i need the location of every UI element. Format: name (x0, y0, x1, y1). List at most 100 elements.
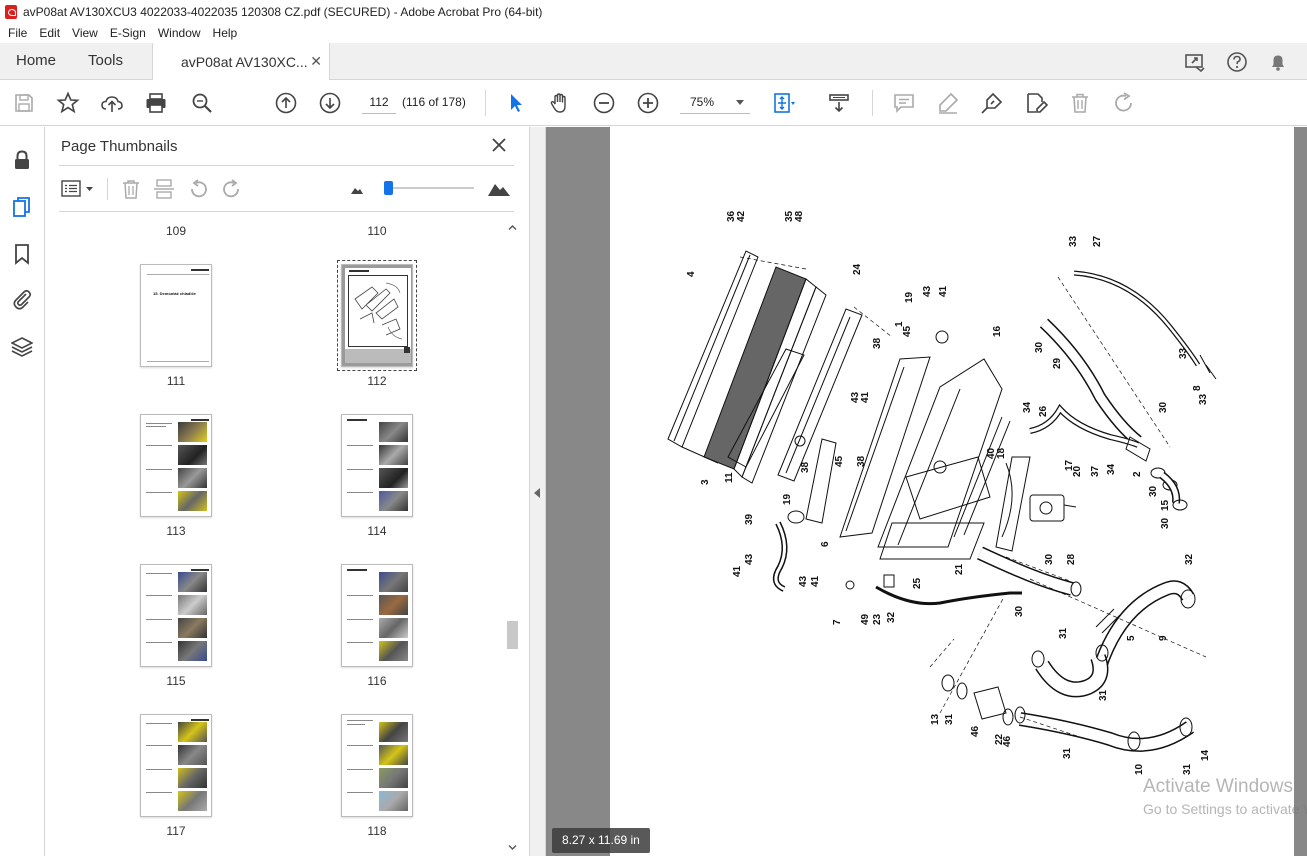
scroll-mode-icon[interactable] (827, 91, 851, 115)
zoom-out-icon[interactable] (592, 91, 616, 115)
diagram-callout-number: 29 (1052, 357, 1063, 369)
toolbar-divider (872, 90, 873, 116)
diagram-callout-number: 20 (1072, 465, 1083, 477)
pdf-page[interactable]: 36 42 35 48 4 24 33 27 19 43 41 1 45 38 16 30 29 33 8 33 34 2… (610, 127, 1294, 856)
upload-cloud-icon[interactable] (100, 91, 124, 115)
watermark-line-2: Go to Settings to activate Windows. (1143, 801, 1307, 817)
diagram-callout-number: 31 (1098, 689, 1109, 701)
diagram-callout-number: 32 (1184, 553, 1195, 565)
notification-bell-icon[interactable] (1267, 51, 1289, 73)
zoom-dropdown[interactable]: 75% (680, 90, 750, 114)
page-thumbnail-114[interactable] (341, 414, 413, 517)
delete-icon[interactable] (1068, 91, 1092, 115)
menu-file[interactable]: File (2, 26, 33, 40)
diagram-callout-number: 8 (1192, 385, 1203, 391)
diagram-callout-number: 31 (1182, 763, 1193, 775)
thumbnail-size-slider-track[interactable] (388, 187, 474, 189)
tab-document-label: avP08at AV130XC... (181, 53, 308, 70)
thumbnail-list: 109 110 15. Demontáž chladiče 111 112 11… (59, 217, 507, 856)
diagram-callout-number: 18 (996, 447, 1007, 459)
rotate-right-icon[interactable] (221, 179, 243, 199)
layers-icon[interactable] (11, 336, 33, 358)
redo-icon[interactable] (1112, 91, 1136, 115)
diagram-callout-number: 43 (798, 575, 809, 587)
bookmarks-icon[interactable] (11, 243, 33, 265)
scroll-down-icon[interactable] (508, 843, 517, 852)
page-thumbnail-113[interactable] (140, 414, 212, 517)
small-thumbnail-mountain-icon[interactable] (350, 183, 364, 195)
bookmark-star-icon[interactable] (56, 91, 80, 115)
diagram-callout-number: 25 (912, 577, 923, 589)
search-icon[interactable] (190, 91, 214, 115)
diagram-callout-number: 38 (800, 461, 811, 473)
diagram-callout-number: 13 (930, 713, 941, 725)
diagram-callout-number: 38 (856, 455, 867, 467)
panel-divider (59, 165, 514, 166)
diagram-callout-number: 30 (1160, 517, 1171, 529)
diagram-callout-number: 10 (1134, 763, 1145, 775)
diagram-callout-number: 43 (922, 285, 933, 297)
menu-esign[interactable]: E-Sign (104, 26, 152, 40)
tab-tools[interactable]: Tools (88, 43, 123, 79)
print-icon[interactable] (144, 91, 168, 115)
tab-bar: Home Tools avP08at AV130XC... ✕ (0, 43, 1307, 80)
tab-document[interactable]: avP08at AV130XC... ✕ (152, 43, 330, 80)
lock-icon[interactable] (11, 149, 33, 171)
panel-toolbar-divider (107, 178, 108, 200)
diagram-callout-number: 2 (1132, 471, 1143, 477)
fit-page-icon[interactable] (772, 91, 796, 115)
comment-icon[interactable] (892, 91, 916, 115)
zoom-in-icon[interactable] (636, 91, 660, 115)
close-tab-icon[interactable]: ✕ (310, 53, 322, 70)
page-size-badge: 8.27 x 11.69 in (552, 828, 650, 853)
thumbnail-size-slider[interactable] (384, 181, 393, 195)
tab-home[interactable]: Home (16, 43, 56, 79)
menu-view[interactable]: View (66, 26, 104, 40)
rotate-left-icon[interactable] (187, 179, 209, 199)
diagram-callout-number: 16 (992, 325, 1003, 337)
help-icon[interactable] (1226, 51, 1248, 73)
page-thumbnail-115[interactable] (140, 564, 212, 667)
diagram-callout-number: 33 (1198, 393, 1209, 405)
previous-page-icon[interactable] (274, 91, 298, 115)
select-cursor-icon[interactable] (504, 91, 528, 115)
hand-tool-icon[interactable] (548, 91, 572, 115)
page-thumbnail-118[interactable] (341, 714, 413, 817)
sign-pen-icon[interactable] (980, 91, 1004, 115)
collapse-panel-handle[interactable] (530, 127, 546, 856)
diagram-callout-number: 30 (1158, 401, 1169, 413)
menu-help[interactable]: Help (207, 26, 244, 40)
diagram-callout-number: 49 (860, 613, 871, 625)
diagram-callout-number: 30 (1044, 553, 1055, 565)
page-number-input[interactable]: 112 (362, 90, 396, 114)
scrollbar-thumb[interactable] (507, 621, 518, 649)
menu-window[interactable]: Window (152, 26, 207, 40)
exploded-parts-diagram: 36 42 35 484 2433 271943 41145381630293383334 2… (667, 210, 1217, 775)
diagram-callout-number: 34 (1022, 401, 1033, 413)
page-thumbnail-116[interactable] (341, 564, 413, 667)
next-page-icon[interactable] (318, 91, 342, 115)
attachments-paperclip-icon[interactable] (11, 288, 33, 310)
highlight-pen-icon[interactable] (936, 91, 960, 115)
scroll-up-icon[interactable] (508, 223, 517, 232)
large-thumbnail-mountain-icon[interactable] (487, 179, 511, 197)
left-rail (0, 127, 45, 856)
edit-pdf-icon[interactable] (1024, 91, 1048, 115)
insert-page-icon[interactable] (153, 179, 175, 199)
share-screen-icon[interactable] (1184, 51, 1206, 73)
page-label: 111 (166, 374, 186, 388)
close-icon[interactable] (491, 137, 507, 153)
page-thumbnail-117[interactable] (140, 714, 212, 817)
save-icon[interactable] (12, 91, 36, 115)
diagram-callout-number: 21 (954, 563, 965, 575)
delete-page-icon[interactable] (120, 179, 142, 199)
diagram-callout-number: 31 (1058, 627, 1069, 639)
thumbnails-scrollbar[interactable] (505, 217, 520, 856)
page-thumbnail-112[interactable] (337, 260, 417, 371)
thumbnail-options-icon[interactable] (61, 179, 95, 199)
menu-edit[interactable]: Edit (33, 26, 66, 40)
diagram-callout-number: 39 (744, 513, 755, 525)
diagram-callout-number: 41 (938, 285, 949, 297)
page-thumbnails-icon[interactable] (11, 196, 33, 218)
page-thumbnail-111[interactable]: 15. Demontáž chladiče (140, 264, 212, 367)
